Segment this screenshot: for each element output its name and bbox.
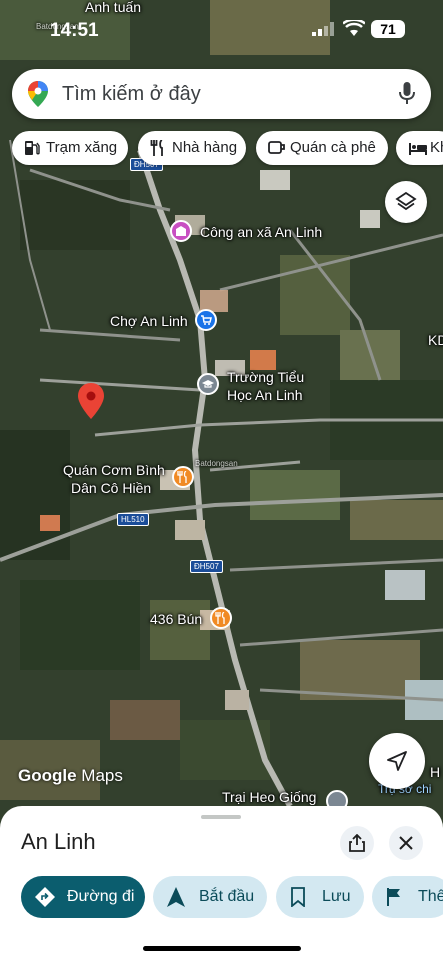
shopping-cart-poi-icon[interactable]	[195, 309, 217, 331]
search-input[interactable]: Tìm kiếm ở đây	[62, 83, 201, 106]
map-label-bun[interactable]: 436 Bún	[150, 610, 202, 628]
chip-restaurant[interactable]: Nhà hàng	[138, 131, 246, 165]
close-button[interactable]	[389, 826, 423, 860]
directions-icon	[35, 887, 55, 907]
road-tag-dh507: ĐH507	[190, 560, 223, 573]
coffee-icon	[268, 141, 285, 154]
map-label-restaurant-line1[interactable]: Quán Cơm Bình	[63, 461, 165, 479]
status-time: 14:51	[50, 20, 99, 41]
attribution-google: Google	[18, 766, 77, 785]
navigation-arrow-icon	[167, 887, 185, 907]
save-label: Lưu	[322, 888, 351, 905]
share-button[interactable]	[340, 826, 374, 860]
cellular-signal-icon	[312, 22, 334, 36]
watermark-text-center: Batdongsan	[195, 459, 238, 468]
map-label-right-edge: H	[430, 764, 441, 780]
start-label: Bắt đầu	[199, 888, 255, 905]
microphone-icon[interactable]	[399, 82, 415, 106]
sheet-drag-handle[interactable]	[201, 815, 241, 819]
home-indicator	[143, 946, 301, 951]
category-chips: Trạm xăng Nhà hàng Quán cà phê Kh	[12, 131, 443, 165]
restaurant-icon	[150, 140, 163, 156]
chip-gas-station[interactable]: Trạm xăng	[12, 131, 128, 165]
map-label-school-line2[interactable]: Học An Linh	[227, 386, 303, 404]
directions-button[interactable]: Đường đi	[21, 876, 145, 918]
place-bottom-sheet[interactable]: An Linh Đường đi Bắt đầu Lưu Thê	[0, 806, 443, 960]
bookmark-icon	[291, 887, 305, 907]
directions-label: Đường đi	[67, 888, 135, 905]
map-label-kd: KD	[428, 332, 443, 348]
map-label-police[interactable]: Công an xã An Linh	[200, 223, 322, 241]
dropped-pin-icon[interactable]	[78, 383, 104, 419]
wifi-icon	[343, 20, 365, 36]
start-button[interactable]: Bắt đầu	[153, 876, 267, 918]
add-label-label: Thê	[418, 888, 443, 905]
chip-label: Kh	[430, 139, 443, 156]
restaurant-poi-icon[interactable]	[172, 466, 194, 488]
navigation-arrow-icon	[387, 751, 407, 771]
gas-station-icon	[25, 141, 40, 155]
battery-indicator: 71	[371, 20, 405, 38]
share-icon	[349, 834, 365, 852]
map-label-restaurant-line2[interactable]: Dân Cô Hiền	[71, 479, 151, 497]
hotel-bed-icon	[409, 143, 427, 155]
school-poi-icon[interactable]	[197, 373, 219, 395]
layers-icon	[395, 191, 417, 211]
map-label-farm[interactable]: Trại Heo Giống	[222, 788, 316, 806]
restaurant-bun-poi-icon[interactable]	[210, 607, 232, 629]
map-label-school-line1[interactable]: Trường Tiểu	[227, 368, 304, 386]
google-maps-logo-icon	[28, 81, 48, 107]
my-location-button[interactable]	[369, 733, 425, 789]
chip-hotel[interactable]: Kh	[396, 131, 443, 165]
search-bar[interactable]: Tìm kiếm ở đây	[12, 69, 431, 119]
map-label-market[interactable]: Chợ An Linh	[110, 312, 188, 330]
road-tag-hl510: HL510	[117, 513, 149, 526]
close-icon	[399, 836, 413, 850]
chip-label: Trạm xăng	[46, 139, 118, 156]
attribution-maps: Maps	[81, 766, 123, 785]
google-maps-attribution: Google Maps	[18, 766, 123, 786]
add-label-button[interactable]: Thê	[372, 876, 443, 918]
chip-label: Quán cà phê	[290, 139, 376, 156]
place-title: An Linh	[21, 829, 96, 854]
status-bar: 14:51 71	[0, 14, 443, 48]
chip-coffee[interactable]: Quán cà phê	[256, 131, 388, 165]
save-button[interactable]: Lưu	[276, 876, 364, 918]
chip-label: Nhà hàng	[172, 139, 238, 156]
police-poi-icon[interactable]	[170, 220, 192, 242]
flag-icon	[387, 888, 400, 906]
layers-button[interactable]	[385, 181, 427, 223]
